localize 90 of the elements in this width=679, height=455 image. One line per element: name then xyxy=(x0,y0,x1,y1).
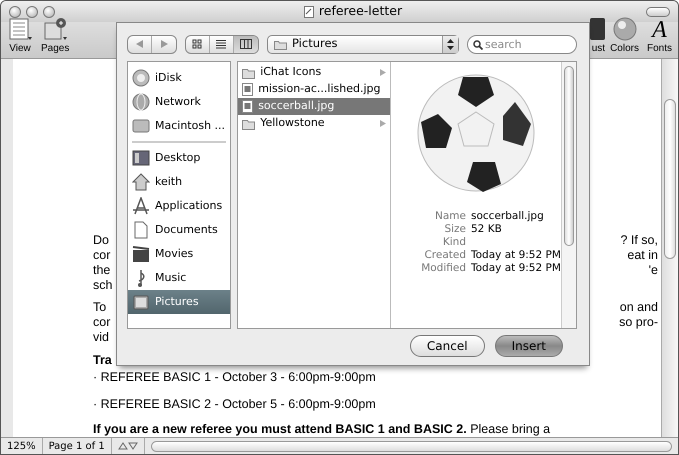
info-value: Today at 9:52 PM xyxy=(471,249,561,262)
file-item[interactable]: iChat Icons xyxy=(238,64,390,81)
document-text: sch xyxy=(93,278,112,293)
insert-button[interactable]: Insert xyxy=(494,335,563,357)
file-item[interactable]: Yellowstone xyxy=(238,115,390,132)
document-text: eat in xyxy=(627,248,658,263)
sidebar-item[interactable]: Pictures xyxy=(128,290,230,314)
up-arrow-icon xyxy=(118,442,128,450)
fonts-tool-button[interactable]: A Fonts xyxy=(646,19,672,56)
zoom-selector[interactable]: 125% xyxy=(1,438,43,454)
window-control-button[interactable] xyxy=(9,6,21,18)
vertical-scrollbar[interactable] xyxy=(561,62,576,328)
document-text: If you are a new referee you must attend BASIC 1 and BASIC 2. Please bring a xyxy=(93,422,552,437)
adjust-tool-button[interactable]: ust xyxy=(590,17,606,56)
disclosure-arrow-icon xyxy=(380,69,386,76)
down-arrow-icon xyxy=(128,442,138,450)
sidebar-item[interactable]: Macintosh ... xyxy=(128,114,230,138)
view-tool-button[interactable]: View xyxy=(7,17,33,56)
folder-icon xyxy=(242,118,256,130)
image-file-icon xyxy=(242,83,254,96)
sidebar-item[interactable]: Network xyxy=(128,90,230,114)
document-icon xyxy=(304,6,314,18)
document-text: cor xyxy=(93,248,110,263)
column-view-button[interactable] xyxy=(234,36,258,52)
stepper-arrows-icon xyxy=(447,38,454,50)
bullet-item: · REFEREE BASIC 1 - October 3 - 6:00pm-9:00pm xyxy=(93,370,377,385)
compass-icon xyxy=(132,197,150,215)
info-value: soccerball.jpg xyxy=(471,210,545,223)
document-text: cor xyxy=(93,315,110,330)
picture-frame-icon xyxy=(132,293,150,311)
dark-square-icon xyxy=(590,17,606,41)
image-file-icon xyxy=(242,100,254,113)
columns-icon xyxy=(240,39,252,49)
cancel-button[interactable]: Cancel xyxy=(410,335,485,357)
disclosure-arrow-icon xyxy=(380,120,386,127)
document-text: on and xyxy=(620,300,658,315)
document-text: ? If so, xyxy=(620,233,658,248)
info-label: Kind xyxy=(442,236,466,249)
info-label: Name xyxy=(434,210,466,223)
page-indicator: Page 1 of 1 xyxy=(42,438,112,454)
bullet-item: · REFEREE BASIC 2 - October 5 - 6:00pm-9:00pm xyxy=(93,397,377,412)
document-text: 'e xyxy=(648,263,658,278)
search-field[interactable]: search xyxy=(467,34,577,54)
toolbar-toggle-button[interactable] xyxy=(646,6,670,16)
info-label: Modified xyxy=(421,262,466,275)
location-popup[interactable]: Pictures xyxy=(267,34,459,54)
back-arrow-icon xyxy=(136,40,143,48)
sidebar-item[interactable]: Applications xyxy=(128,194,230,218)
folder-icon xyxy=(274,38,287,50)
document-text: Do xyxy=(93,233,109,248)
list-icon xyxy=(216,39,228,49)
sidebar-item[interactable]: iDisk xyxy=(128,66,230,90)
sidebar-item[interactable]: Movies xyxy=(128,242,230,266)
info-value: Today at 9:52 PM xyxy=(471,262,561,275)
document-icon xyxy=(132,221,150,239)
view-mode-control[interactable] xyxy=(185,34,259,54)
window-control-button[interactable] xyxy=(26,6,38,18)
document-text: To xyxy=(93,300,106,315)
forward-arrow-icon xyxy=(160,40,168,48)
hard-drive-icon xyxy=(132,117,150,135)
info-value: 52 KB xyxy=(471,223,503,236)
desktop-icon xyxy=(132,149,150,167)
globe-icon xyxy=(132,93,150,111)
document-text: vid xyxy=(93,330,109,345)
folder-icon xyxy=(242,66,256,78)
sphere-icon xyxy=(612,17,638,41)
clapperboard-icon xyxy=(132,245,150,263)
window-title: referee-letter xyxy=(318,2,402,20)
info-label: Size xyxy=(443,223,466,236)
document-heading: Tra xyxy=(93,353,113,368)
window-control-button[interactable] xyxy=(43,6,55,18)
disk-icon xyxy=(132,69,150,87)
pages-tool-button[interactable]: Pages xyxy=(41,17,70,56)
grid-icon xyxy=(192,39,204,49)
document-text: so pro- xyxy=(619,315,658,330)
file-item[interactable]: mission-ac...lished.jpg xyxy=(238,81,390,98)
sidebar-item[interactable]: Desktop xyxy=(128,146,230,170)
house-icon xyxy=(132,173,150,191)
back-forward-control[interactable] xyxy=(127,34,177,54)
info-label: Created xyxy=(423,249,466,262)
sidebar-item[interactable]: Documents xyxy=(128,218,230,242)
sidebar-item[interactable]: keith xyxy=(128,170,230,194)
vertical-scrollbar[interactable] xyxy=(661,59,678,437)
list-icon xyxy=(7,17,33,41)
colors-tool-button[interactable]: Colors xyxy=(610,17,639,56)
file-item[interactable]: soccerball.jpg xyxy=(238,98,390,115)
font-icon: A xyxy=(652,19,667,41)
sidebar-item[interactable]: Music xyxy=(128,266,230,290)
add-page-icon xyxy=(42,17,68,41)
document-text: the xyxy=(93,263,110,278)
